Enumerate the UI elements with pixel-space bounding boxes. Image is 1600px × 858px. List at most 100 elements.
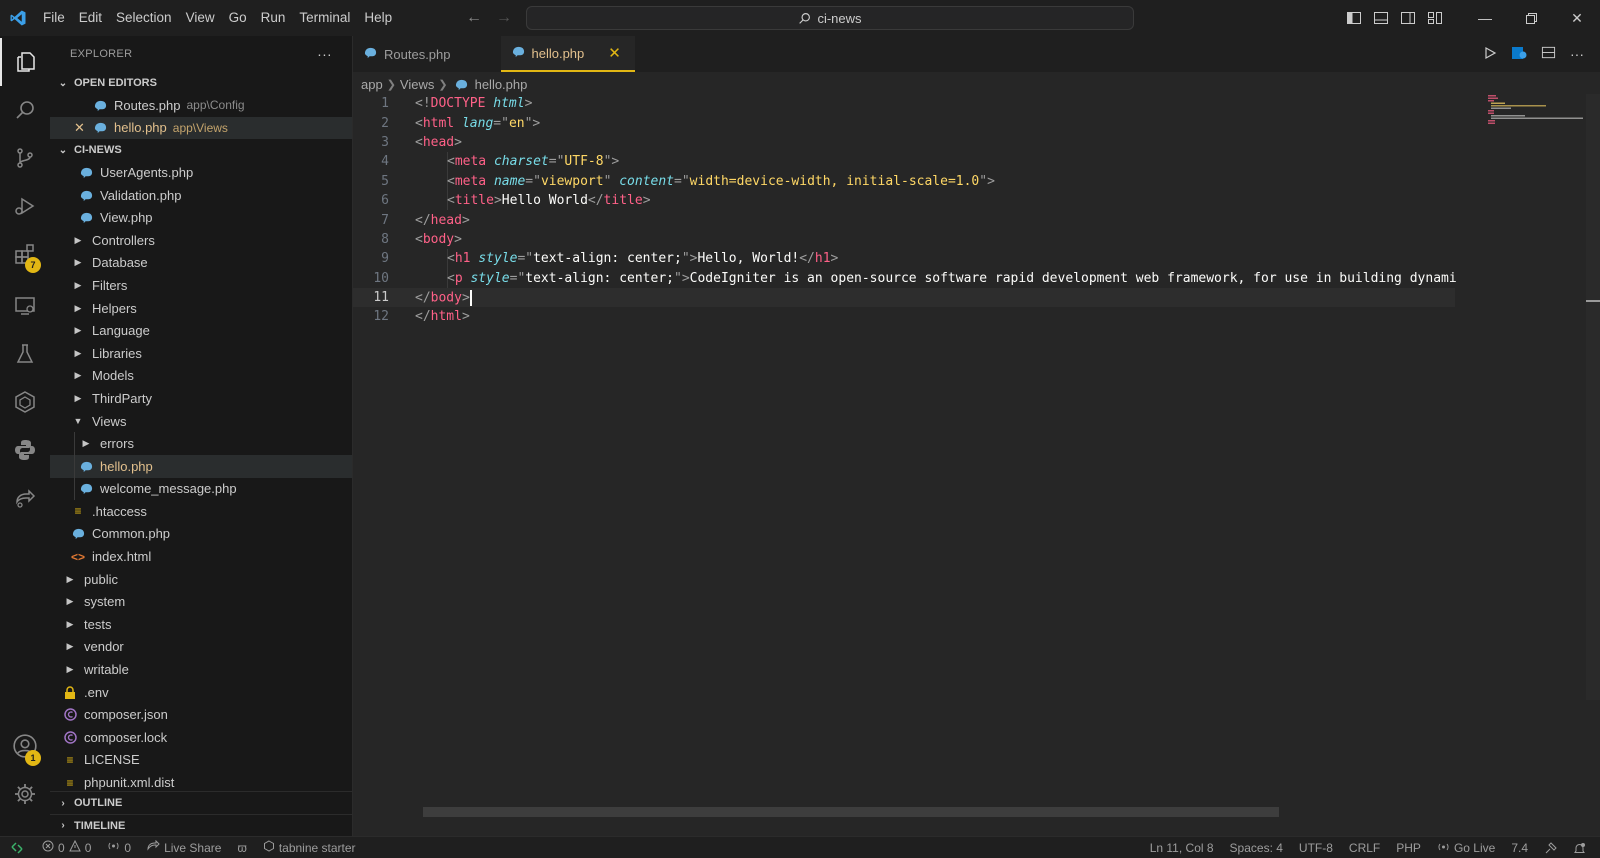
tree-item-folder[interactable]: ▶ vendor — [50, 636, 352, 659]
open-preview-icon[interactable] — [1511, 45, 1527, 64]
horizontal-scrollbar[interactable] — [423, 807, 1279, 817]
codeigniter-icon[interactable] — [0, 378, 50, 426]
gear-icon[interactable] — [0, 770, 50, 818]
menu-view[interactable]: View — [179, 0, 222, 36]
tree-item-folder[interactable]: ▶ errors — [50, 432, 352, 455]
feedback-icon[interactable] — [1536, 841, 1565, 855]
tree-item-file[interactable]: composer.lock — [50, 726, 352, 749]
breadcrumb-item[interactable]: Views — [400, 77, 434, 92]
php-version[interactable]: 7.4 — [1503, 841, 1536, 855]
more-actions-icon[interactable]: ··· — [1570, 46, 1584, 62]
search-icon[interactable] — [0, 86, 50, 134]
minimize-button[interactable]: — — [1462, 0, 1508, 36]
customize-layout-icon[interactable] — [1421, 0, 1448, 36]
remote-indicator-icon[interactable] — [0, 837, 34, 858]
code-editor[interactable]: 1 <!DOCTYPE html> 2 <html lang="en"> 3 <… — [353, 94, 1457, 327]
open-editor-item[interactable]: ✕ hello.php app\Views — [50, 116, 352, 140]
timeline-header[interactable]: › TIMELINE — [50, 814, 352, 836]
menu-edit[interactable]: Edit — [72, 0, 109, 36]
tabnine-status[interactable]: tabnine starter — [255, 840, 364, 855]
tree-item-label: Database — [92, 255, 148, 271]
more-actions-icon[interactable]: ··· — [317, 46, 332, 62]
tree-item-folder[interactable]: ▶ writable — [50, 658, 352, 681]
cursor-position[interactable]: Ln 11, Col 8 — [1142, 841, 1222, 855]
tree-item-file[interactable]: composer.json — [50, 703, 352, 726]
tree-item-folder[interactable]: ▶ Database — [50, 252, 352, 275]
tree-item-folder[interactable]: ▶ Models — [50, 365, 352, 388]
python-icon[interactable] — [0, 426, 50, 474]
notifications-bell-icon[interactable] — [1565, 842, 1600, 855]
tree-item-folder[interactable]: ▶ ThirdParty — [50, 387, 352, 410]
toggle-primary-sidebar-icon[interactable] — [1340, 0, 1367, 36]
menu-go[interactable]: Go — [222, 0, 254, 36]
breadcrumb-item[interactable]: app — [361, 77, 383, 92]
vertical-scrollbar[interactable] — [1586, 94, 1600, 700]
encoding[interactable]: UTF-8 — [1291, 841, 1341, 855]
tree-item-folder[interactable]: ▶ Helpers — [50, 297, 352, 320]
close-window-button[interactable]: ✕ — [1554, 0, 1600, 36]
split-editor-icon[interactable] — [1541, 45, 1556, 63]
end-of-line[interactable]: CRLF — [1341, 841, 1388, 855]
tree-item-file[interactable]: UserAgents.php — [50, 161, 352, 184]
close-icon[interactable]: ✕ — [74, 120, 92, 136]
open-editor-item[interactable]: Routes.php app\Config — [50, 94, 352, 117]
back-arrow-icon[interactable]: ← — [466, 9, 482, 27]
tree-item-folder[interactable]: ▶ Controllers — [50, 229, 352, 252]
menu-run[interactable]: Run — [254, 0, 293, 36]
minimap[interactable] — [1486, 94, 1586, 124]
open-editors-header[interactable]: ⌄ OPEN EDITORS — [50, 72, 352, 94]
menu-help[interactable]: Help — [357, 0, 399, 36]
outline-header[interactable]: › OUTLINE — [50, 792, 352, 814]
error-count: 0 — [58, 840, 65, 855]
menu-file[interactable]: File — [36, 0, 72, 36]
menu-selection[interactable]: Selection — [109, 0, 179, 36]
tree-item-folder[interactable]: ▶ public — [50, 568, 352, 591]
run-icon[interactable] — [1483, 46, 1497, 63]
indentation[interactable]: Spaces: 4 — [1222, 841, 1291, 855]
ports-indicator[interactable]: 0 — [99, 840, 139, 855]
tree-item-file[interactable]: View.php — [50, 206, 352, 229]
code-line-content: <p style="text-align: center;">CodeIgnit… — [447, 270, 1457, 286]
tab-hello-php[interactable]: hello.php ✕ — [500, 36, 635, 72]
tree-item-file[interactable]: Validation.php — [50, 184, 352, 207]
tree-item-folder[interactable]: ▶ tests — [50, 613, 352, 636]
project-header[interactable]: ⌄ CI-NEWS — [50, 139, 352, 161]
tree-item-folder[interactable]: ▶ Language — [50, 319, 352, 342]
forward-arrow-icon[interactable]: → — [496, 9, 512, 27]
go-live-button[interactable]: Go Live — [1429, 841, 1503, 856]
tree-item-file[interactable]: ≡ LICENSE — [50, 749, 352, 772]
extensions-icon[interactable]: 7 — [0, 230, 50, 278]
source-control-icon[interactable] — [0, 134, 50, 182]
run-debug-icon[interactable] — [0, 182, 50, 230]
problems-indicator[interactable]: 0 0 — [34, 839, 99, 855]
menu-terminal[interactable]: Terminal — [292, 0, 357, 36]
tree-item-file[interactable]: <> index.html — [50, 545, 352, 568]
tree-item-file[interactable]: ≡ .htaccess — [50, 500, 352, 523]
accounts-icon[interactable]: 1 — [0, 722, 50, 770]
tree-item-folder[interactable]: ▶ Libraries — [50, 342, 352, 365]
tree-item-file[interactable]: Common.php — [50, 523, 352, 546]
line-number: 10 — [373, 270, 389, 286]
tree-item-file-active[interactable]: hello.php — [50, 454, 352, 478]
tree-item-folder-expanded[interactable]: ▼ Views — [50, 410, 352, 433]
explorer-icon[interactable] — [0, 38, 50, 86]
tab-routes-php[interactable]: Routes.php — [353, 36, 501, 72]
lightning-status[interactable]: ϖ — [229, 841, 254, 855]
tree-item-label: index.html — [92, 549, 152, 565]
testing-icon[interactable] — [0, 330, 50, 378]
close-icon[interactable]: ✕ — [608, 44, 621, 62]
tree-item-folder[interactable]: ▶ Filters — [50, 274, 352, 297]
tree-item-file[interactable]: .env — [50, 681, 352, 704]
tree-item-folder[interactable]: ▶ system — [50, 590, 352, 613]
toggle-secondary-sidebar-icon[interactable] — [1394, 0, 1421, 36]
live-share-status[interactable]: Live Share — [139, 839, 229, 855]
language-mode[interactable]: PHP — [1388, 841, 1429, 855]
breadcrumb-item[interactable]: hello.php — [475, 77, 528, 92]
tree-item-file[interactable]: welcome_message.php — [50, 477, 352, 501]
restore-button[interactable] — [1508, 0, 1554, 36]
live-share-icon[interactable] — [0, 474, 50, 522]
command-center-search[interactable]: ci-news — [526, 6, 1134, 30]
toggle-panel-icon[interactable] — [1367, 0, 1394, 36]
remote-explorer-icon[interactable] — [0, 282, 50, 330]
editor-actions: ··· — [1483, 36, 1584, 72]
